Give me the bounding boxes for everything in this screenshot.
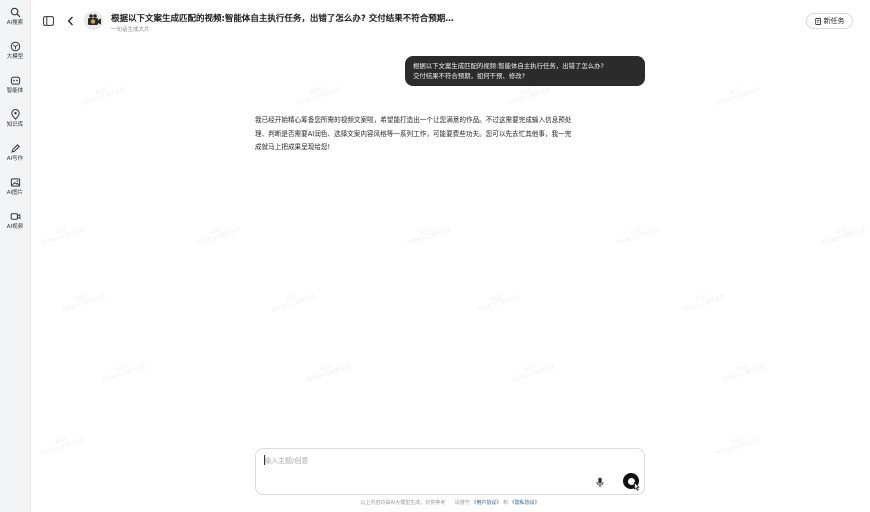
- search-icon: [10, 7, 20, 18]
- back-button[interactable]: [65, 15, 75, 27]
- watermark: AIGC 内容由人工智能生成: [81, 86, 126, 107]
- video-icon: [10, 213, 20, 220]
- watermark: AIGC 内容由人工智能生成: [41, 436, 86, 457]
- page-subtitle: 一句话生成大片: [111, 27, 150, 33]
- and-text: 和: [503, 500, 509, 506]
- sidebar-item-label: 大模型: [6, 54, 24, 60]
- sidebar-item-ai-search[interactable]: AI搜索: [0, 7, 30, 37]
- watermark: AIGC 内容由人工智能生成: [101, 363, 146, 384]
- assistant-message-line: 我已经开始精心筹备您所需的视频文案啦，希望能打造出一个让您满意的作品。不过这需要…: [255, 116, 572, 124]
- prompt-input[interactable]: [264, 454, 564, 468]
- text-caret: [264, 455, 265, 465]
- mouse-pointer-icon: [634, 481, 640, 491]
- chat-header: 根据以下文案生成匹配的视频:智能体自主执行任务，出错了怎么办? 交付结果不符合预…: [31, 0, 870, 42]
- image-icon: [10, 178, 20, 187]
- watermark: AIGC 内容由人工智能生成: [681, 293, 726, 314]
- watermark: AIGC 内容由人工智能生成: [306, 363, 351, 384]
- toggle-sidebar-button[interactable]: [42, 15, 54, 27]
- cube-icon: [10, 41, 20, 52]
- assistant-message: 我已经开始精心筹备您所需的视频文案啦，希望能打造出一个让您满意的作品。不过这需要…: [255, 114, 647, 155]
- privacy-policy-link[interactable]: 《隐私协议》: [510, 500, 540, 506]
- watermark: AIGC 内容由人工智能生成: [41, 226, 86, 247]
- watermark: AIGC 内容由人工智能生成: [716, 436, 761, 457]
- disclaimer-text: 以上内容均由AI大模型生成，仅供参考: [360, 500, 446, 506]
- user-message-line: 根据以下文案生成匹配的视频:智能体自主执行任务，出错了怎么办?: [413, 62, 604, 70]
- microphone-icon: [596, 477, 604, 487]
- left-sidebar: AI搜索 大模型 智能体 知识库 AI写作 AI图片 AI视频: [0, 0, 31, 512]
- pen-icon: [10, 144, 20, 153]
- watermark: AIGC 内容由人工智能生成: [61, 293, 106, 314]
- sidebar-item-ai-writing[interactable]: AI写作: [0, 143, 30, 173]
- chevron-left-icon: [67, 16, 73, 26]
- sidebar-item-ai-image[interactable]: AI图片: [0, 177, 30, 207]
- new-task-button[interactable]: 新任务: [806, 13, 853, 29]
- assistant-message-line: 理、判断是否需要AI润色、选择文案内容风格等一系列工作，可能要费些功夫。您可以先…: [255, 129, 572, 138]
- page-title: 根据以下文案生成匹配的视频:智能体自主执行任务，出错了怎么办? 交付结果不符合预…: [111, 14, 461, 24]
- watermark: AIGC 内容由人工智能生成: [716, 86, 761, 107]
- location-icon: [10, 109, 20, 120]
- sidebar-item-label: 智能体: [6, 88, 24, 94]
- user-message-line: 交付结果不符合预期，如何干预、修改?: [413, 72, 526, 80]
- user-message-bubble: 根据以下文案生成匹配的视频:智能体自主执行任务，出错了怎么办? 交付结果不符合预…: [405, 56, 645, 86]
- voice-input-button[interactable]: [594, 475, 606, 489]
- sidebar-item-agent[interactable]: 智能体: [0, 75, 30, 105]
- new-task-label: 新任务: [823, 17, 845, 25]
- sidebar-item-label: AI写作: [6, 156, 24, 162]
- prompt-input-box[interactable]: [255, 448, 645, 495]
- sidebar-item-ai-video[interactable]: AI视频: [0, 211, 30, 241]
- sidebar-toggle-icon: [42, 16, 54, 26]
- sidebar-item-label: AI搜索: [6, 20, 24, 26]
- watermark: AIGC 内容由人工智能生成: [196, 226, 241, 247]
- watermark: AIGC 内容由人工智能生成: [511, 363, 556, 384]
- user-agreement-link[interactable]: 《用户协议》: [471, 500, 501, 506]
- watermark: AIGC 内容由人工智能生成: [721, 363, 766, 384]
- agent-avatar: [84, 11, 103, 30]
- watermark: AIGC 内容由人工智能生成: [821, 226, 866, 247]
- disclaimer-footer: 以上内容均由AI大模型生成，仅供参考 请遵守 《用户协议》 和 《隐私协议》: [255, 499, 645, 506]
- sidebar-item-knowledge-base[interactable]: 知识库: [0, 109, 30, 139]
- watermark: AIGC 内容由人工智能生成: [476, 293, 521, 314]
- sidebar-item-label: 知识库: [6, 122, 24, 128]
- agree-prefix: 请遵守: [454, 500, 470, 506]
- sidebar-item-label: AI视频: [6, 224, 24, 230]
- bot-icon: [10, 76, 20, 85]
- sidebar-item-large-model[interactable]: 大模型: [0, 41, 30, 71]
- assistant-message-line: 成就马上把成果呈现给您!: [255, 143, 331, 151]
- watermark: AIGC 内容由人工智能生成: [296, 86, 341, 107]
- camera-robot-icon: [88, 14, 101, 25]
- watermark: AIGC 内容由人工智能生成: [271, 293, 316, 314]
- sidebar-item-label: AI图片: [6, 190, 24, 196]
- watermark: AIGC 内容由人工智能生成: [406, 226, 451, 247]
- watermark: AIGC 内容由人工智能生成: [616, 226, 661, 247]
- new-document-icon: [814, 17, 821, 25]
